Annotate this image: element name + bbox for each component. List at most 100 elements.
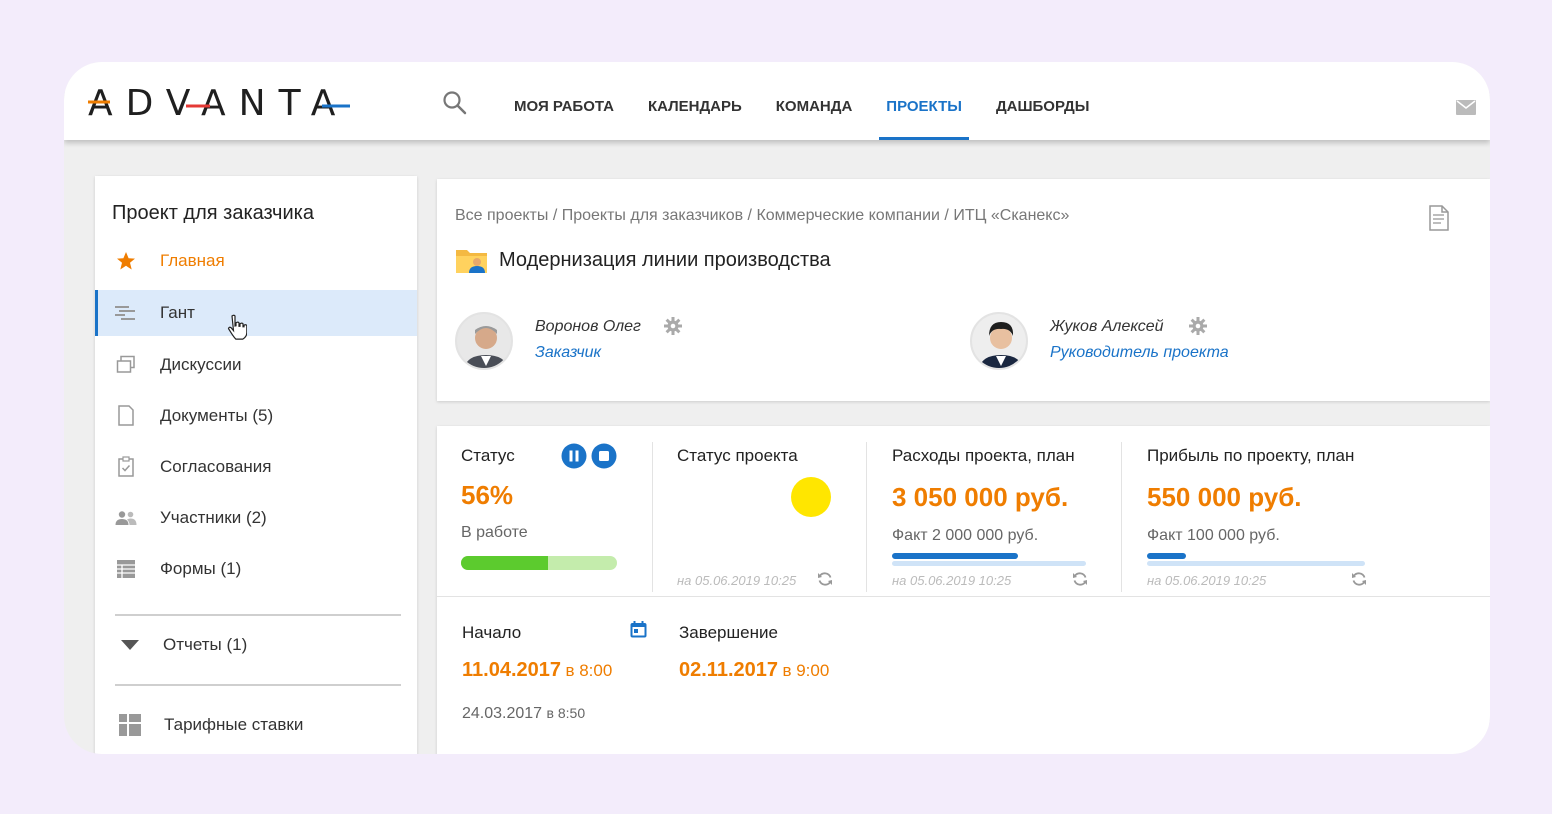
status-progress-fill [461, 556, 549, 570]
caret-down-icon[interactable] [119, 634, 141, 656]
forms-icon [115, 558, 137, 580]
refresh-icon[interactable] [1351, 571, 1367, 587]
nav-projects[interactable]: ПРОЕКТЫ [879, 62, 969, 140]
profit-fact-bar [1147, 553, 1365, 559]
gear-icon[interactable] [664, 317, 682, 335]
sidebar-item-label: Тарифные ставки [164, 715, 304, 734]
status-progress-bar [461, 556, 617, 570]
advanta-logo[interactable]: ADVANTA [88, 82, 368, 122]
project-summary-card: Статус 56% В работе Статус проекта на 05… [437, 426, 1490, 754]
status-state: В работе [461, 524, 528, 541]
start-date: 11.04.2017 [462, 659, 561, 681]
profit-fact: Факт 100 000 руб. [1147, 527, 1280, 544]
svg-text:ADVANTA: ADVANTA [88, 83, 348, 122]
breadcrumb[interactable]: Все проекты / Проекты для заказчиков / К… [455, 207, 1069, 225]
profit-fact-fill [1147, 553, 1187, 559]
project-header-card: Все проекты / Проекты для заказчиков / К… [437, 179, 1490, 401]
dates-section: Начало 11.04.2017 в 8:00 24.03.2017 в 8:… [437, 597, 867, 754]
table-icon [119, 714, 141, 736]
start-title: Начало [462, 623, 522, 642]
sidebar-item-label: Формы (1) [160, 559, 242, 578]
end-title: Завершение [679, 623, 778, 642]
kpi-title: Расходы проекта, план [892, 446, 1075, 465]
sidebar-item-home[interactable]: Главная [95, 238, 417, 284]
updated-date: на 05.06.2019 10:25 [1147, 573, 1267, 588]
stop-button-icon[interactable] [591, 443, 617, 469]
baseline-date: 24.03.2017 [462, 705, 543, 722]
sidebar-item-reports[interactable]: Отчеты (1) [95, 622, 417, 668]
kpi-title: Статус проекта [677, 446, 798, 465]
kpi-title: Прибыль по проекту, план [1147, 446, 1355, 465]
sidebar-item-participants[interactable]: Участники (2) [95, 495, 417, 541]
costs-plan-value: 3 050 000 руб. [892, 482, 1069, 512]
avatar[interactable] [970, 312, 1028, 370]
sidebar-item-label: Дискуссии [160, 355, 242, 374]
person-role-link[interactable]: Руководитель проекта [1050, 344, 1229, 362]
document-icon [115, 405, 137, 427]
discussions-icon [115, 354, 137, 376]
baseline-time: в 8:50 [546, 705, 586, 721]
approval-icon [115, 456, 137, 478]
app-window: ADVANTA МОЯ РАБОТА КАЛЕНДАРЬ КОМАНДА ПРО… [64, 62, 1490, 754]
mail-icon[interactable] [1456, 100, 1476, 115]
sidebar-divider [115, 614, 401, 616]
star-icon [115, 250, 137, 272]
sidebar-item-label: Главная [160, 251, 225, 270]
end-date: 02.11.2017 [679, 659, 778, 681]
person-name[interactable]: Воронов Олег [535, 318, 641, 336]
start-baseline: 24.03.2017 в 8:50 [462, 705, 585, 723]
project-title: Модернизация линии производства [499, 249, 831, 271]
kpi-profit: Прибыль по проекту, план 550 000 руб. Фа… [1122, 426, 1402, 594]
nav-my-work[interactable]: МОЯ РАБОТА [514, 62, 614, 140]
avatar[interactable] [455, 312, 513, 370]
profit-plan-bar [1147, 561, 1365, 566]
end-datetime: 02.11.2017 в 9:00 [679, 659, 829, 682]
top-bar: ADVANTA МОЯ РАБОТА КАЛЕНДАРЬ КОМАНДА ПРО… [64, 62, 1490, 140]
sidebar-item-discussions[interactable]: Дискуссии [95, 342, 417, 388]
gantt-icon [115, 302, 137, 324]
project-sidebar: Проект для заказчика Главная Гант Дискус… [95, 176, 417, 754]
updated-date: на 05.06.2019 10:25 [892, 573, 1012, 588]
kpi-project-status: Статус проекта на 05.06.2019 10:25 [653, 426, 866, 594]
report-document-icon[interactable] [1428, 205, 1450, 231]
pause-button-icon[interactable] [561, 443, 587, 469]
sidebar-item-gantt[interactable]: Гант [95, 290, 417, 340]
sidebar-divider [115, 684, 401, 686]
main-nav: МОЯ РАБОТА КАЛЕНДАРЬ КОМАНДА ПРОЕКТЫ ДАШ… [514, 62, 1123, 140]
kpi-costs: Расходы проекта, план 3 050 000 руб. Фак… [867, 426, 1121, 594]
sidebar-item-approvals[interactable]: Согласования [95, 444, 417, 490]
status-percent: 56% [461, 480, 514, 510]
project-folder-icon [456, 250, 487, 273]
project-status-indicator [791, 477, 831, 517]
person-role-link[interactable]: Заказчик [535, 344, 601, 362]
sidebar-item-label: Отчеты (1) [163, 635, 248, 654]
costs-fact-bar [892, 553, 1086, 559]
sidebar-title: Проект для заказчика [112, 202, 314, 224]
kpi-title: Статус [461, 446, 515, 465]
refresh-icon[interactable] [817, 571, 833, 587]
costs-plan-bar [892, 561, 1086, 566]
sidebar-item-label: Участники (2) [160, 508, 267, 527]
costs-fact: Факт 2 000 000 руб. [892, 527, 1039, 544]
search-icon[interactable] [442, 90, 468, 116]
nav-dashboards[interactable]: ДАШБОРДЫ [996, 62, 1089, 140]
end-time: в 9:00 [782, 661, 830, 680]
calendar-icon[interactable] [630, 621, 647, 638]
start-time: в 8:00 [565, 661, 613, 680]
updated-date: на 05.06.2019 10:25 [677, 573, 797, 588]
sidebar-item-documents[interactable]: Документы (5) [95, 393, 417, 439]
nav-team[interactable]: КОМАНДА [776, 62, 853, 140]
people-icon [115, 507, 137, 529]
sidebar-item-rates[interactable]: Тарифные ставки [95, 702, 417, 748]
gear-icon[interactable] [1189, 317, 1207, 335]
refresh-icon[interactable] [1072, 571, 1088, 587]
start-datetime: 11.04.2017 в 8:00 [462, 659, 612, 682]
costs-fact-fill [892, 553, 1019, 559]
kpi-status: Статус 56% В работе [437, 426, 652, 594]
profit-plan-value: 550 000 руб. [1147, 482, 1302, 512]
sidebar-item-label: Гант [160, 303, 195, 322]
person-name[interactable]: Жуков Алексей [1050, 318, 1164, 336]
nav-calendar[interactable]: КАЛЕНДАРЬ [648, 62, 742, 140]
sidebar-item-forms[interactable]: Формы (1) [95, 546, 417, 592]
sidebar-item-label: Согласования [160, 457, 272, 476]
